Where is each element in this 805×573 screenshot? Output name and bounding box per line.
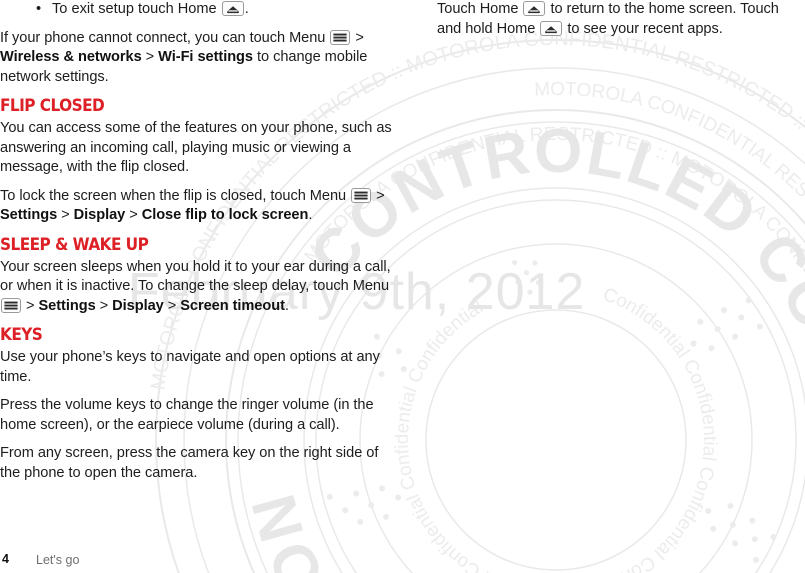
bullet-text-before: To exit setup touch Home <box>52 1 217 17</box>
list-item: • To exit setup touch Home . <box>0 0 400 20</box>
flip-closed-path-paragraph: To lock the screen when the flip is clos… <box>0 187 400 226</box>
left-column: • To exit setup touch Home . If your phon… <box>0 0 400 492</box>
intro-paragraph: If your phone cannot connect, you can to… <box>0 29 400 88</box>
flip-path-bold-display: Display <box>73 207 126 223</box>
menu-key-icon <box>351 187 372 203</box>
flip-path-part-5: . <box>308 207 313 223</box>
home-key-paragraph: Touch Home to return to the home screen.… <box>437 0 805 39</box>
bullet-text-after: . <box>244 1 249 17</box>
intro-part-1: If your phone cannot connect, you can to… <box>0 29 326 46</box>
page-number: 4 <box>2 552 9 566</box>
sleep-path-part-2: > <box>22 297 39 314</box>
sleep-path-paragraph: Your screen sleeps when you hold it to y… <box>0 258 400 317</box>
menu-key-icon <box>330 29 351 45</box>
flip-path-part-4: > <box>125 207 142 223</box>
home-part-1: Touch Home <box>437 1 519 17</box>
home-key-icon <box>523 1 546 16</box>
flip-path-part-3: > <box>57 207 74 223</box>
flip-closed-paragraph-1: You can access some of the features on y… <box>0 120 392 175</box>
section-heading-flip-closed: Flip closed <box>0 96 105 115</box>
sleep-path-bold-settings: Settings <box>38 297 96 314</box>
keys-paragraph-2: Press the volume keys to change the ring… <box>0 397 374 433</box>
intro-part-3: > <box>141 49 159 65</box>
section-heading-keys: Keys <box>0 325 43 344</box>
flip-path-part-2: > <box>372 187 385 204</box>
manual-page: • To exit setup touch Home . If your phon… <box>0 0 805 573</box>
intro-part-2: > <box>351 29 364 46</box>
flip-path-bold-close-flip: Close flip to lock screen <box>141 207 309 223</box>
keys-paragraph-1: Use your phone’s keys to navigate and op… <box>0 349 380 385</box>
sleep-path-bold-display: Display <box>112 297 164 314</box>
sleep-path-part-3: > <box>95 297 113 314</box>
home-key-icon <box>221 1 244 16</box>
chapter-title: Let's go <box>36 553 80 567</box>
sleep-path-part-5: . <box>284 297 289 314</box>
bullet-point-icon: • <box>36 1 42 17</box>
page-footer: 4 Let's go <box>0 552 805 573</box>
home-key-icon <box>540 20 563 36</box>
intro-bold-wifi: Wi-Fi settings <box>158 49 253 65</box>
home-part-3: to see your recent apps. <box>563 20 723 37</box>
bullet-list: • To exit setup touch Home . <box>0 0 400 20</box>
section-heading-sleep-wake-up: Sleep & wake up <box>0 234 149 254</box>
keys-paragraph-3: From any screen, press the camera key on… <box>0 445 379 481</box>
flip-path-bold-settings: Settings <box>0 207 58 223</box>
intro-bold-wireless: Wireless & networks <box>0 49 142 65</box>
menu-key-icon <box>1 297 21 313</box>
sleep-path-bold-screen-timeout: Screen timeout <box>180 297 285 314</box>
flip-path-part-1: To lock the screen when the flip is clos… <box>0 187 347 204</box>
sleep-path-part-1: Your screen sleeps when you hold it to y… <box>0 258 391 295</box>
sleep-path-part-4: > <box>163 297 181 314</box>
right-column: Touch Home to return to the home screen.… <box>437 0 805 48</box>
